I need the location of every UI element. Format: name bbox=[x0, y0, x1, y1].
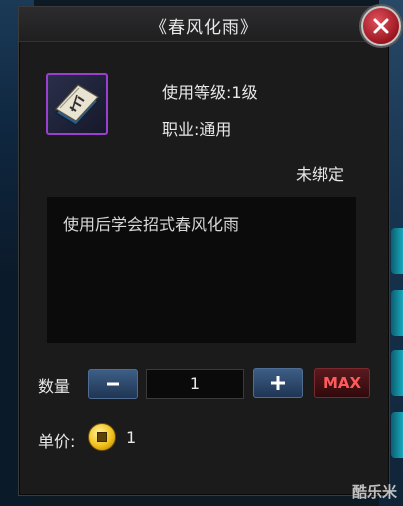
item-description: 使用后学会招式春风化雨 bbox=[63, 215, 240, 234]
coin-hole bbox=[97, 432, 107, 442]
increase-quantity-button[interactable] bbox=[253, 368, 303, 398]
unit-price-value: 1 bbox=[126, 428, 137, 447]
item-slot[interactable] bbox=[46, 73, 108, 135]
quantity-input[interactable]: 1 bbox=[146, 369, 244, 399]
close-button[interactable] bbox=[361, 6, 401, 46]
level-requirement: 使用等级:1级 bbox=[162, 83, 258, 102]
side-tab-3[interactable] bbox=[391, 350, 403, 396]
side-tab-1[interactable] bbox=[391, 228, 403, 274]
coin-icon bbox=[88, 423, 116, 451]
skill-book-icon bbox=[54, 84, 100, 126]
bind-status: 未绑定 bbox=[296, 165, 345, 184]
decrease-quantity-button[interactable] bbox=[88, 369, 138, 399]
side-tab-2[interactable] bbox=[391, 290, 403, 336]
profession: 职业:通用 bbox=[162, 120, 232, 139]
description-box: 使用后学会招式春风化雨 bbox=[47, 197, 356, 343]
max-quantity-button[interactable]: MAX bbox=[314, 368, 370, 398]
side-tab-4[interactable] bbox=[391, 412, 403, 458]
minus-icon bbox=[107, 382, 119, 386]
title-bar: 《春风化雨》 bbox=[19, 7, 389, 42]
close-icon bbox=[373, 18, 389, 34]
quantity-label: 数量 bbox=[38, 377, 71, 396]
dialog-title: 《春风化雨》 bbox=[150, 18, 258, 38]
plus-icon bbox=[271, 376, 285, 390]
watermark: 酷乐米 bbox=[351, 483, 397, 501]
unit-price-label: 单价: bbox=[38, 432, 76, 451]
